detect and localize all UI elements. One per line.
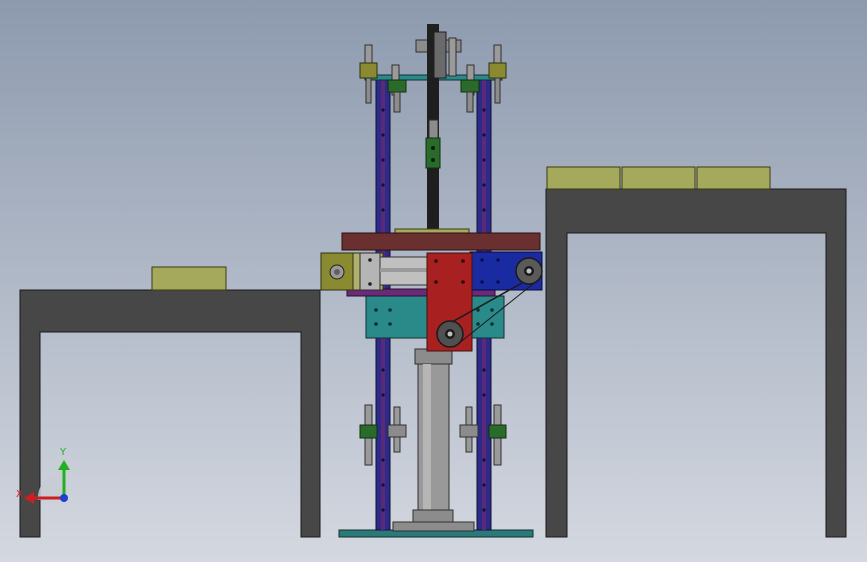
- axis-y-label: Y: [59, 447, 67, 458]
- assembly-drawing: Y X: [16, 24, 847, 538]
- lift-cylinder: [412, 348, 454, 523]
- axis-x-label: X: [16, 489, 23, 500]
- left-box: [151, 266, 227, 291]
- right-table: [545, 188, 847, 538]
- right-boxes: [546, 166, 771, 190]
- red-motor-plate: [426, 252, 473, 352]
- lift-platform: [341, 232, 541, 251]
- carriage-drive-pulley: [515, 257, 543, 285]
- cylinder-foot: [392, 521, 475, 532]
- top-pulley: [415, 24, 462, 79]
- cad-viewport[interactable]: Y X: [0, 0, 867, 562]
- carriage-slide: [359, 252, 431, 291]
